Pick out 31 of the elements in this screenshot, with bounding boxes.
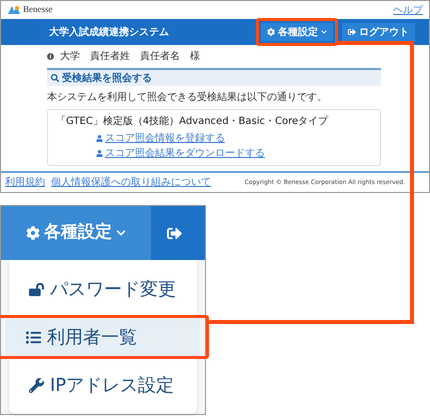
user-icon [96, 150, 103, 157]
user-name: 大学 責任者姓 責任者名 様 [60, 50, 200, 64]
footer-link[interactable]: 利用規約 [5, 175, 45, 190]
logout-icon [348, 28, 356, 36]
footer-link[interactable]: 個人情報保護への取り組みについて [51, 175, 211, 190]
gear-icon [267, 28, 275, 36]
menu-item[interactable]: IPアドレス設定 [9, 366, 197, 404]
help-link[interactable]: ヘルプ [393, 2, 423, 18]
intro-text: 本システムを利用して照会できる受検結果は以下の通りです。 [47, 90, 328, 105]
user-icon [96, 135, 103, 142]
wrench-icon [29, 378, 44, 392]
exam-name: 「GTEC」検定版（4技能）Advanced・Basic・Coreタイプ [56, 114, 330, 129]
search-icon [51, 74, 59, 82]
menu-item[interactable]: パスワード変更 [9, 270, 197, 308]
menu-item[interactable]: 利用者一覧 [6, 318, 200, 356]
caret-icon [116, 228, 126, 238]
nav-button[interactable]: ログアウト [342, 23, 415, 41]
list-icon [26, 330, 41, 344]
logout-icon [167, 226, 182, 240]
logo-icon [7, 5, 21, 15]
caret-icon [321, 29, 327, 35]
settings-menu-button[interactable]: 各種設定 [1, 206, 151, 260]
score-link[interactable]: スコア照会結果をダウンロードする [105, 146, 265, 161]
lock-icon [29, 282, 44, 296]
nav-button[interactable]: 各種設定 [261, 23, 333, 41]
logo-text: Benesse [23, 3, 52, 16]
gear-icon [26, 226, 40, 240]
info-icon [47, 53, 54, 60]
section-title: 受検結果を照会する [62, 72, 152, 86]
system-title: 大学入試成績連携システム [49, 26, 169, 40]
score-link[interactable]: スコア照会情報を登録する [105, 131, 225, 146]
